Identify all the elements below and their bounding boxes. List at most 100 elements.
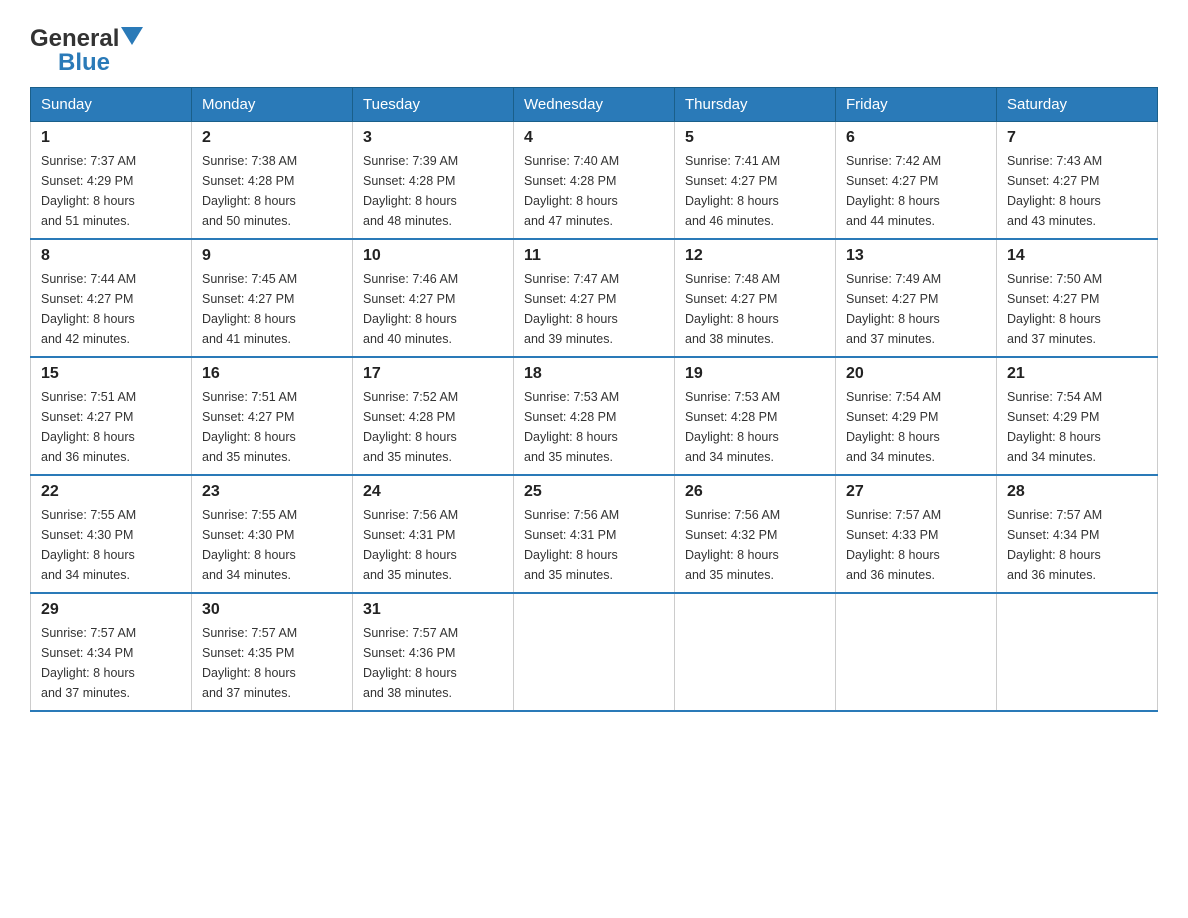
calendar-day-cell: 31 Sunrise: 7:57 AM Sunset: 4:36 PM Dayl…	[353, 593, 514, 711]
calendar-week-row: 29 Sunrise: 7:57 AM Sunset: 4:34 PM Dayl…	[31, 593, 1158, 711]
calendar-day-cell: 6 Sunrise: 7:42 AM Sunset: 4:27 PM Dayli…	[836, 122, 997, 240]
day-number: 12	[685, 247, 825, 265]
logo-blue-text: Blue	[58, 49, 110, 77]
day-number: 30	[202, 601, 342, 619]
day-number: 8	[41, 247, 181, 265]
calendar-day-cell: 26 Sunrise: 7:56 AM Sunset: 4:32 PM Dayl…	[675, 475, 836, 593]
day-info: Sunrise: 7:56 AM Sunset: 4:31 PM Dayligh…	[363, 505, 503, 585]
day-info: Sunrise: 7:42 AM Sunset: 4:27 PM Dayligh…	[846, 151, 986, 231]
day-number: 21	[1007, 365, 1147, 383]
day-info: Sunrise: 7:57 AM Sunset: 4:34 PM Dayligh…	[1007, 505, 1147, 585]
day-number: 18	[524, 365, 664, 383]
day-info: Sunrise: 7:49 AM Sunset: 4:27 PM Dayligh…	[846, 269, 986, 349]
calendar-day-cell: 17 Sunrise: 7:52 AM Sunset: 4:28 PM Dayl…	[353, 357, 514, 475]
day-info: Sunrise: 7:57 AM Sunset: 4:33 PM Dayligh…	[846, 505, 986, 585]
day-info: Sunrise: 7:55 AM Sunset: 4:30 PM Dayligh…	[202, 505, 342, 585]
day-number: 3	[363, 129, 503, 147]
calendar-day-cell: 21 Sunrise: 7:54 AM Sunset: 4:29 PM Dayl…	[997, 357, 1158, 475]
calendar-day-cell: 29 Sunrise: 7:57 AM Sunset: 4:34 PM Dayl…	[31, 593, 192, 711]
calendar-day-cell: 16 Sunrise: 7:51 AM Sunset: 4:27 PM Dayl…	[192, 357, 353, 475]
day-number: 20	[846, 365, 986, 383]
calendar-day-cell: 22 Sunrise: 7:55 AM Sunset: 4:30 PM Dayl…	[31, 475, 192, 593]
calendar-day-cell: 7 Sunrise: 7:43 AM Sunset: 4:27 PM Dayli…	[997, 122, 1158, 240]
page-header: General Blue	[30, 20, 1158, 77]
calendar-day-cell: 20 Sunrise: 7:54 AM Sunset: 4:29 PM Dayl…	[836, 357, 997, 475]
day-info: Sunrise: 7:51 AM Sunset: 4:27 PM Dayligh…	[41, 387, 181, 467]
day-of-week-header: Wednesday	[514, 88, 675, 122]
day-of-week-header: Monday	[192, 88, 353, 122]
calendar-day-cell: 30 Sunrise: 7:57 AM Sunset: 4:35 PM Dayl…	[192, 593, 353, 711]
day-number: 11	[524, 247, 664, 265]
calendar-day-cell	[836, 593, 997, 711]
day-number: 27	[846, 483, 986, 501]
calendar-day-cell: 18 Sunrise: 7:53 AM Sunset: 4:28 PM Dayl…	[514, 357, 675, 475]
calendar-table: SundayMondayTuesdayWednesdayThursdayFrid…	[30, 87, 1158, 712]
day-info: Sunrise: 7:43 AM Sunset: 4:27 PM Dayligh…	[1007, 151, 1147, 231]
day-number: 6	[846, 129, 986, 147]
calendar-day-cell: 25 Sunrise: 7:56 AM Sunset: 4:31 PM Dayl…	[514, 475, 675, 593]
day-number: 24	[363, 483, 503, 501]
day-info: Sunrise: 7:48 AM Sunset: 4:27 PM Dayligh…	[685, 269, 825, 349]
day-number: 14	[1007, 247, 1147, 265]
day-info: Sunrise: 7:57 AM Sunset: 4:34 PM Dayligh…	[41, 623, 181, 703]
calendar-day-cell	[675, 593, 836, 711]
day-info: Sunrise: 7:44 AM Sunset: 4:27 PM Dayligh…	[41, 269, 181, 349]
day-number: 9	[202, 247, 342, 265]
calendar-day-cell: 3 Sunrise: 7:39 AM Sunset: 4:28 PM Dayli…	[353, 122, 514, 240]
calendar-day-cell: 15 Sunrise: 7:51 AM Sunset: 4:27 PM Dayl…	[31, 357, 192, 475]
day-info: Sunrise: 7:57 AM Sunset: 4:36 PM Dayligh…	[363, 623, 503, 703]
day-number: 22	[41, 483, 181, 501]
calendar-day-cell: 13 Sunrise: 7:49 AM Sunset: 4:27 PM Dayl…	[836, 239, 997, 357]
calendar-day-cell: 4 Sunrise: 7:40 AM Sunset: 4:28 PM Dayli…	[514, 122, 675, 240]
day-number: 26	[685, 483, 825, 501]
day-number: 31	[363, 601, 503, 619]
calendar-day-cell: 10 Sunrise: 7:46 AM Sunset: 4:27 PM Dayl…	[353, 239, 514, 357]
day-number: 19	[685, 365, 825, 383]
calendar-day-cell: 24 Sunrise: 7:56 AM Sunset: 4:31 PM Dayl…	[353, 475, 514, 593]
day-info: Sunrise: 7:39 AM Sunset: 4:28 PM Dayligh…	[363, 151, 503, 231]
day-number: 4	[524, 129, 664, 147]
day-info: Sunrise: 7:50 AM Sunset: 4:27 PM Dayligh…	[1007, 269, 1147, 349]
day-number: 28	[1007, 483, 1147, 501]
day-of-week-header: Friday	[836, 88, 997, 122]
day-number: 2	[202, 129, 342, 147]
day-info: Sunrise: 7:47 AM Sunset: 4:27 PM Dayligh…	[524, 269, 664, 349]
day-info: Sunrise: 7:37 AM Sunset: 4:29 PM Dayligh…	[41, 151, 181, 231]
calendar-day-cell: 11 Sunrise: 7:47 AM Sunset: 4:27 PM Dayl…	[514, 239, 675, 357]
calendar-day-cell: 14 Sunrise: 7:50 AM Sunset: 4:27 PM Dayl…	[997, 239, 1158, 357]
day-info: Sunrise: 7:40 AM Sunset: 4:28 PM Dayligh…	[524, 151, 664, 231]
day-info: Sunrise: 7:57 AM Sunset: 4:35 PM Dayligh…	[202, 623, 342, 703]
day-of-week-header: Saturday	[997, 88, 1158, 122]
calendar-day-cell: 9 Sunrise: 7:45 AM Sunset: 4:27 PM Dayli…	[192, 239, 353, 357]
calendar-day-cell: 27 Sunrise: 7:57 AM Sunset: 4:33 PM Dayl…	[836, 475, 997, 593]
day-number: 16	[202, 365, 342, 383]
day-info: Sunrise: 7:54 AM Sunset: 4:29 PM Dayligh…	[1007, 387, 1147, 467]
calendar-day-cell: 8 Sunrise: 7:44 AM Sunset: 4:27 PM Dayli…	[31, 239, 192, 357]
day-number: 1	[41, 129, 181, 147]
calendar-header-row: SundayMondayTuesdayWednesdayThursdayFrid…	[31, 88, 1158, 122]
calendar-week-row: 15 Sunrise: 7:51 AM Sunset: 4:27 PM Dayl…	[31, 357, 1158, 475]
logo-triangle-icon	[121, 27, 143, 49]
day-number: 13	[846, 247, 986, 265]
calendar-week-row: 8 Sunrise: 7:44 AM Sunset: 4:27 PM Dayli…	[31, 239, 1158, 357]
calendar-week-row: 22 Sunrise: 7:55 AM Sunset: 4:30 PM Dayl…	[31, 475, 1158, 593]
calendar-day-cell: 23 Sunrise: 7:55 AM Sunset: 4:30 PM Dayl…	[192, 475, 353, 593]
day-info: Sunrise: 7:53 AM Sunset: 4:28 PM Dayligh…	[524, 387, 664, 467]
day-info: Sunrise: 7:54 AM Sunset: 4:29 PM Dayligh…	[846, 387, 986, 467]
day-info: Sunrise: 7:56 AM Sunset: 4:31 PM Dayligh…	[524, 505, 664, 585]
day-info: Sunrise: 7:52 AM Sunset: 4:28 PM Dayligh…	[363, 387, 503, 467]
day-number: 10	[363, 247, 503, 265]
calendar-day-cell	[514, 593, 675, 711]
day-info: Sunrise: 7:55 AM Sunset: 4:30 PM Dayligh…	[41, 505, 181, 585]
day-of-week-header: Sunday	[31, 88, 192, 122]
day-info: Sunrise: 7:38 AM Sunset: 4:28 PM Dayligh…	[202, 151, 342, 231]
calendar-day-cell: 2 Sunrise: 7:38 AM Sunset: 4:28 PM Dayli…	[192, 122, 353, 240]
calendar-day-cell: 1 Sunrise: 7:37 AM Sunset: 4:29 PM Dayli…	[31, 122, 192, 240]
day-number: 7	[1007, 129, 1147, 147]
day-of-week-header: Tuesday	[353, 88, 514, 122]
logo: General Blue	[30, 25, 143, 77]
calendar-day-cell: 5 Sunrise: 7:41 AM Sunset: 4:27 PM Dayli…	[675, 122, 836, 240]
calendar-day-cell: 28 Sunrise: 7:57 AM Sunset: 4:34 PM Dayl…	[997, 475, 1158, 593]
day-info: Sunrise: 7:46 AM Sunset: 4:27 PM Dayligh…	[363, 269, 503, 349]
day-info: Sunrise: 7:56 AM Sunset: 4:32 PM Dayligh…	[685, 505, 825, 585]
